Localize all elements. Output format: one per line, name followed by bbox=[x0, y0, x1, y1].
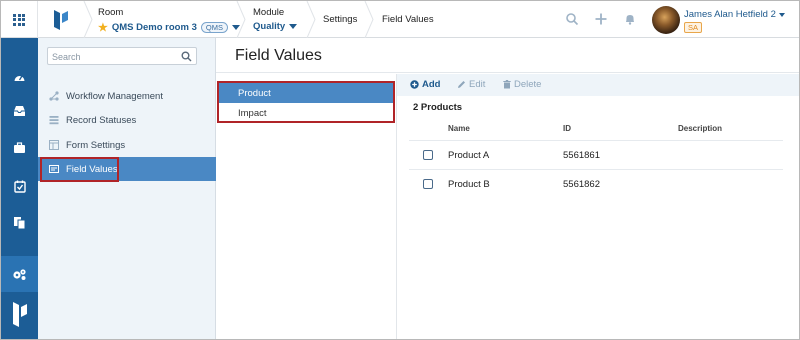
pencil-icon bbox=[458, 81, 465, 88]
avatar[interactable] bbox=[652, 6, 680, 34]
search-icon[interactable] bbox=[181, 51, 192, 62]
search-box bbox=[47, 47, 197, 65]
grid-icon bbox=[13, 13, 25, 26]
calendar-check-icon[interactable] bbox=[1, 176, 38, 196]
sidebar-item-label: Field Values bbox=[66, 163, 118, 175]
add-icon[interactable] bbox=[594, 12, 608, 26]
sidebar-item-label: Workflow Management bbox=[66, 90, 163, 102]
row-checkbox[interactable] bbox=[423, 179, 433, 189]
cell-name: Product B bbox=[448, 179, 490, 190]
breadcrumb-separator bbox=[83, 1, 93, 38]
bell-icon[interactable] bbox=[623, 12, 637, 26]
main-content: Field Values Product Impact Add Edit Del… bbox=[216, 38, 799, 339]
sidebar-item-label: Record Statuses bbox=[66, 114, 137, 126]
form-icon bbox=[49, 140, 59, 150]
settings-cogs-icon bbox=[1, 264, 38, 284]
briefcase-icon[interactable] bbox=[1, 138, 38, 158]
column-header-name[interactable]: Name bbox=[448, 124, 470, 133]
room-name: QMS Demo room 3 bbox=[111, 22, 197, 33]
toolbar: Add Edit Delete bbox=[397, 74, 799, 96]
add-label: Add bbox=[422, 79, 441, 90]
sidebar-item-workflow-management[interactable]: Workflow Management bbox=[38, 84, 216, 108]
cell-id: 5561862 bbox=[563, 179, 600, 190]
cell-id: 5561861 bbox=[563, 150, 600, 161]
inbox-icon[interactable] bbox=[1, 101, 38, 121]
list-icon bbox=[49, 115, 59, 125]
field-values-icon bbox=[49, 164, 59, 174]
delete-label: Delete bbox=[514, 79, 542, 90]
breadcrumb-settings[interactable]: Settings bbox=[323, 14, 357, 25]
divider bbox=[216, 72, 799, 73]
module-value: Quality bbox=[253, 21, 298, 32]
add-circle-icon bbox=[410, 80, 419, 89]
role-badge: SA bbox=[684, 22, 703, 33]
brand-logo-icon bbox=[13, 302, 27, 327]
breadcrumb-separator bbox=[236, 1, 246, 38]
dashboard-icon[interactable] bbox=[1, 68, 38, 88]
documents-icon[interactable] bbox=[1, 212, 38, 232]
breadcrumb-field-values: Field Values bbox=[382, 14, 434, 25]
table-row[interactable]: Product A 5561861 bbox=[409, 140, 783, 168]
search-input[interactable] bbox=[52, 50, 172, 63]
list-item-impact[interactable]: Impact bbox=[219, 103, 394, 123]
sidebar-item-record-statuses[interactable]: Record Statuses bbox=[38, 108, 216, 132]
record-count: 2 Products bbox=[413, 102, 463, 113]
cell-name: Product A bbox=[448, 150, 490, 161]
edit-label: Edit bbox=[469, 79, 486, 90]
edit-button[interactable]: Edit bbox=[457, 79, 485, 90]
brand-logo-icon bbox=[54, 10, 68, 30]
left-rail bbox=[1, 38, 38, 339]
room-selector[interactable]: Room ★ QMS Demo room 3 QMS bbox=[98, 1, 240, 38]
chevron-down-icon bbox=[778, 12, 785, 17]
user-name: James Alan Hetfield 2 bbox=[684, 9, 776, 20]
sidebar-item-form-settings[interactable]: Form Settings bbox=[38, 133, 216, 157]
delete-button[interactable]: Delete bbox=[503, 79, 541, 90]
page-title: Field Values bbox=[235, 47, 322, 64]
app-window: Room ★ QMS Demo room 3 QMS Module Qualit… bbox=[0, 0, 800, 340]
top-bar: Room ★ QMS Demo room 3 QMS Module Qualit… bbox=[1, 1, 799, 38]
breadcrumb-separator bbox=[306, 1, 316, 38]
values-table-pane: 2 Products Name ID Description Product A… bbox=[397, 96, 799, 339]
column-header-description[interactable]: Description bbox=[678, 124, 722, 133]
star-icon: ★ bbox=[98, 22, 108, 34]
breadcrumb-separator bbox=[364, 1, 374, 38]
search-icon[interactable] bbox=[565, 12, 579, 26]
user-menu[interactable]: James Alan Hetfield 2 bbox=[684, 9, 785, 20]
row-checkbox[interactable] bbox=[423, 150, 433, 160]
add-button[interactable]: Add bbox=[410, 79, 440, 90]
workflow-icon bbox=[49, 91, 59, 101]
trash-icon bbox=[503, 80, 511, 89]
module-label: Module bbox=[253, 7, 285, 18]
table-row[interactable]: Product B 5561862 bbox=[409, 169, 783, 197]
settings-sidebar: Workflow Management Record Statuses Form… bbox=[38, 38, 216, 339]
field-list-pane: Product Impact bbox=[216, 74, 397, 339]
column-header-id[interactable]: ID bbox=[563, 124, 571, 133]
module-name: Quality bbox=[253, 21, 286, 32]
chevron-down-icon bbox=[289, 24, 298, 29]
room-label: Room bbox=[98, 7, 124, 18]
room-badge: QMS bbox=[200, 22, 228, 33]
room-value: ★ QMS Demo room 3 QMS bbox=[98, 21, 240, 34]
apps-menu-button[interactable] bbox=[1, 1, 38, 38]
module-selector[interactable]: Module Quality bbox=[253, 1, 308, 38]
sidebar-item-label: Form Settings bbox=[66, 139, 126, 151]
sidebar-item-field-values[interactable]: Field Values bbox=[38, 157, 216, 181]
list-item-product[interactable]: Product bbox=[219, 83, 394, 103]
